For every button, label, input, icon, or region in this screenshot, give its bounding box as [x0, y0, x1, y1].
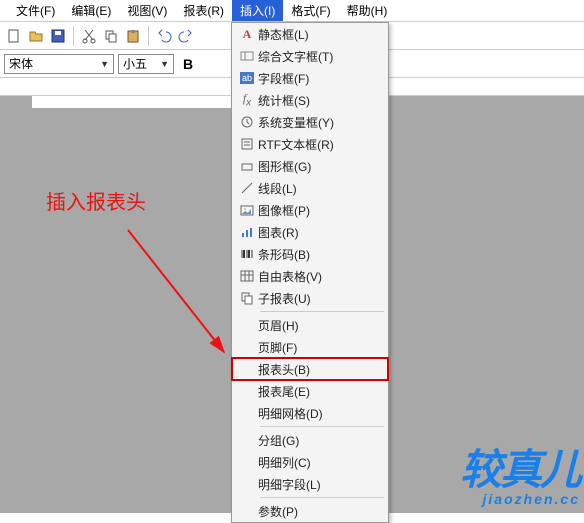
menu-format[interactable]: 格式(F): [283, 0, 338, 21]
open-icon[interactable]: [26, 26, 46, 46]
menu-help[interactable]: 帮助(H): [339, 0, 396, 21]
menu-field-box[interactable]: ab字段框(F): [232, 67, 388, 89]
chevron-down-icon: ▼: [100, 59, 109, 69]
menu-page-footer[interactable]: 页脚(F): [232, 336, 388, 358]
menu-free-table[interactable]: 自由表格(V): [232, 265, 388, 287]
menu-file[interactable]: 文件(F): [8, 0, 63, 21]
watermark: 较真儿 jiaozhen.cc: [460, 436, 580, 507]
redo-icon[interactable]: [176, 26, 196, 46]
shape-icon: [236, 157, 258, 175]
rtf-icon: [236, 135, 258, 153]
insert-dropdown: A静态框(L) 综合文字框(T) ab字段框(F) fx统计框(S) 系统变量框…: [231, 22, 389, 523]
cut-icon[interactable]: [79, 26, 99, 46]
subreport-icon: [236, 289, 258, 307]
barcode-icon: [236, 245, 258, 263]
clock-icon: [236, 113, 258, 131]
menu-page-header[interactable]: 页眉(H): [232, 314, 388, 336]
menu-static-box[interactable]: A静态框(L): [232, 23, 388, 45]
table-icon: [236, 267, 258, 285]
annotation-label: 插入报表头: [46, 186, 146, 215]
menu-composite-text[interactable]: 综合文字框(T): [232, 45, 388, 67]
ab-icon: ab: [236, 69, 258, 87]
menu-subreport[interactable]: 子报表(U): [232, 287, 388, 309]
watermark-main: 较真儿: [460, 436, 580, 497]
menubar: 文件(F) 编辑(E) 视图(V) 报表(R) 插入(I) 格式(F) 帮助(H…: [0, 0, 584, 22]
menu-sysvar-box[interactable]: 系统变量框(Y): [232, 111, 388, 133]
save-icon[interactable]: [48, 26, 68, 46]
fx-icon: fx: [236, 91, 258, 109]
menu-detail-field[interactable]: 明细字段(L): [232, 473, 388, 495]
menu-separator: [260, 311, 384, 312]
size-value: 小五: [123, 55, 147, 72]
menu-report-header[interactable]: 报表头(B): [232, 358, 388, 380]
menu-detail-col[interactable]: 明细列(C): [232, 451, 388, 473]
new-icon[interactable]: [4, 26, 24, 46]
menu-separator: [260, 497, 384, 498]
page-surface: [32, 96, 232, 108]
menu-rtf-box[interactable]: RTF文本框(R): [232, 133, 388, 155]
chevron-down-icon: ▼: [160, 59, 169, 69]
menu-report[interactable]: 报表(R): [175, 0, 232, 21]
menu-barcode[interactable]: 条形码(B): [232, 243, 388, 265]
menu-view[interactable]: 视图(V): [119, 0, 175, 21]
chart-icon: [236, 223, 258, 241]
menu-params[interactable]: 参数(P): [232, 500, 388, 522]
menu-image-box[interactable]: 图像框(P): [232, 199, 388, 221]
text-a-icon: A: [236, 25, 258, 43]
menu-chart[interactable]: 图表(R): [232, 221, 388, 243]
field-icon: [236, 47, 258, 65]
menu-group[interactable]: 分组(G): [232, 429, 388, 451]
font-value: 宋体: [9, 55, 33, 72]
undo-icon[interactable]: [154, 26, 174, 46]
font-combo[interactable]: 宋体 ▼: [4, 54, 114, 74]
copy-icon[interactable]: [101, 26, 121, 46]
line-icon: [236, 179, 258, 197]
menu-detail-grid[interactable]: 明细网格(D): [232, 402, 388, 424]
menu-separator: [260, 426, 384, 427]
menu-edit[interactable]: 编辑(E): [63, 0, 119, 21]
image-icon: [236, 201, 258, 219]
menu-insert[interactable]: 插入(I): [232, 0, 283, 21]
menu-line[interactable]: 线段(L): [232, 177, 388, 199]
size-combo[interactable]: 小五 ▼: [118, 54, 174, 74]
menu-shape-box[interactable]: 图形框(G): [232, 155, 388, 177]
bold-button[interactable]: B: [178, 54, 198, 74]
paste-icon[interactable]: [123, 26, 143, 46]
menu-report-footer[interactable]: 报表尾(E): [232, 380, 388, 402]
menu-stat-box[interactable]: fx统计框(S): [232, 89, 388, 111]
